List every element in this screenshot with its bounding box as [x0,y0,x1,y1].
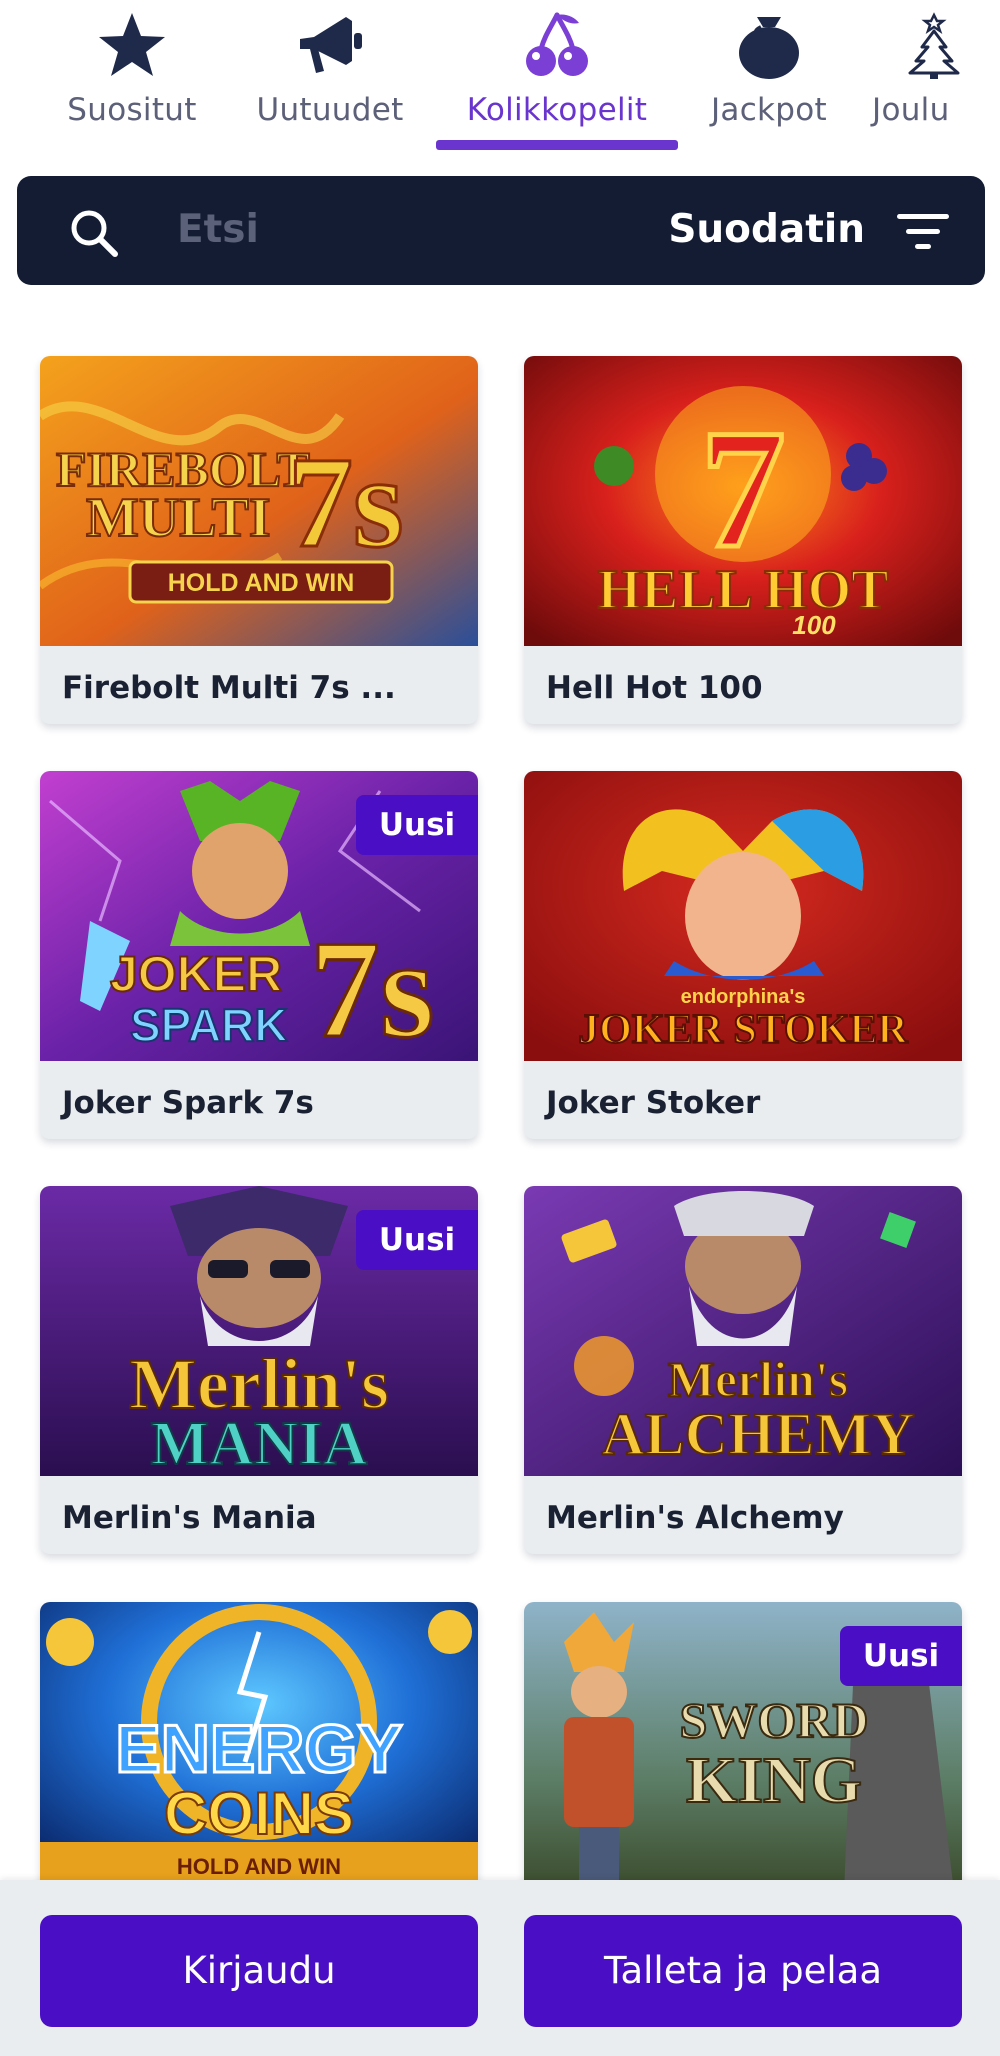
art-text: HOLD AND WIN [168,569,355,597]
deposit-and-play-button[interactable]: Talleta ja pelaa [524,1915,962,2027]
game-thumbnail: endorphina's JOKER STOKER [524,771,962,1061]
search-input[interactable]: Etsi [177,202,259,258]
nav-item-jackpot[interactable]: Jackpot [694,0,844,150]
filter-icon[interactable] [895,210,951,254]
game-title: Merlin's Alchemy [546,1500,844,1536]
game-title: Joker Spark 7s [62,1085,314,1121]
nav-item-suositut[interactable]: Suositut [52,0,212,150]
art-text: 7 [701,395,786,583]
search-icon[interactable] [65,204,125,264]
art-text: 7s [288,431,404,575]
game-title: Merlin's Mania [62,1500,317,1536]
new-badge: Uusi [356,1210,478,1270]
moneybag-icon [729,6,809,84]
art-text: endorphina's [681,986,806,1008]
art-text: ALCHEMY [601,1401,914,1467]
art-text: SWORD [680,1692,869,1748]
game-card-merlins-mania[interactable]: Merlin's MANIA Uusi Merlin's Mania [40,1186,478,1554]
art-text: JOKER STOKER [578,1007,908,1053]
game-card-joker-spark-7s[interactable]: JOKER SPARK 7s Uusi Joker Spark 7s [40,771,478,1139]
game-card-firebolt-multi-7s[interactable]: FIREBOLT MULTI 7s HOLD AND WIN Firebolt … [40,356,478,724]
nav-item-label: Uutuudet [256,92,404,128]
category-nav: Suositut Uutuudet Kolikkopelit Jackpot J… [0,0,1000,150]
art-text: COINS [164,1780,354,1847]
art-text: MULTI [86,487,271,549]
art-text: JOKER [110,946,282,1002]
nav-item-kolikkopelit[interactable]: Kolikkopelit [436,0,678,150]
game-title: Joker Stoker [546,1085,761,1121]
star-icon [92,6,172,84]
nav-scroll-fade [960,0,1000,150]
game-card-hell-hot-100[interactable]: 7 HELL HOT 100 Hell Hot 100 [524,356,962,724]
game-thumbnail: 7 HELL HOT 100 [524,356,962,646]
new-badge: Uusi [840,1626,962,1686]
bottom-action-bar: Kirjaudu Talleta ja pelaa [0,1880,1000,2056]
game-card-joker-stoker[interactable]: endorphina's JOKER STOKER Joker Stoker [524,771,962,1139]
art-text: HOLD AND WIN [177,1854,341,1879]
nav-item-label: Suositut [67,92,197,128]
art-text: MANIA [151,1410,368,1476]
game-thumbnail: FIREBOLT MULTI 7s HOLD AND WIN [40,356,478,646]
megaphone-icon [290,6,370,84]
nav-item-label: Kolikkopelit [466,92,648,128]
nav-item-label: Jackpot [710,92,828,128]
game-thumbnail: ENERGY COINS HOLD AND WIN [40,1602,478,1892]
game-card-merlins-alchemy[interactable]: Merlin's ALCHEMY Merlin's Alchemy [524,1186,962,1554]
game-title: Firebolt Multi 7s ... [62,670,396,706]
art-text: Merlin's [668,1351,849,1407]
cherry-icon [517,6,597,84]
search-bar: Etsi Suodatin [17,176,985,285]
login-button[interactable]: Kirjaudu [40,1915,478,2027]
art-text: KING [686,1744,862,1817]
filter-button[interactable]: Suodatin [668,202,865,258]
art-text: SPARK [130,999,288,1051]
art-text: HELL HOT [598,559,889,621]
art-text: 7s [310,912,434,1061]
active-tab-indicator [436,140,678,150]
game-title: Hell Hot 100 [546,670,763,706]
art-text: ENERGY [115,1711,402,1787]
new-badge: Uusi [356,795,478,855]
art-text: 100 [792,610,836,640]
game-thumbnail: Merlin's ALCHEMY [524,1186,962,1476]
nav-item-uutuudet[interactable]: Uutuudet [240,0,420,150]
